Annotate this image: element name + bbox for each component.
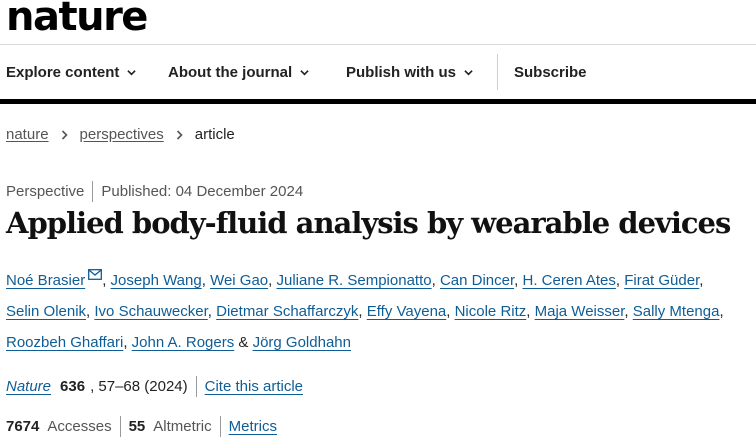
author-link[interactable]: Wei Gao [210,272,268,289]
nav-bottom-bar [0,99,756,104]
article-meta: Perspective Published: 04 December 2024 [6,181,303,202]
author-separator: , [358,303,363,320]
author-link[interactable]: Maja Weisser [535,303,625,320]
chevron-right-icon [176,129,183,140]
author-separator: , [699,272,704,289]
journal-link[interactable]: Nature [6,378,51,395]
author-separator: , [268,272,273,289]
site-header: nature Explore content About the journal… [0,0,756,104]
chevron-down-icon [300,69,309,75]
author-separator: , [207,303,212,320]
accesses-count: 7674 [6,418,40,435]
metrics-divider [119,416,121,437]
nav-divider [497,54,498,90]
author-separator: , [624,303,629,320]
author-link[interactable]: Can Dincer [440,272,514,289]
author-separator: , [514,272,519,289]
chevron-down-icon [127,69,137,75]
chevron-right-icon [61,129,68,140]
metrics-link[interactable]: Metrics [229,418,277,435]
nav-explore-label: Explore content [6,63,120,81]
accesses-label: Accesses [47,418,112,435]
nav-about-label: About the journal [168,63,293,81]
author-separator: , [102,272,107,289]
nav-about-journal[interactable]: About the journal [168,45,309,99]
breadcrumb-article: article [194,126,235,143]
author-separator: , [86,303,91,320]
author-link[interactable]: Dietmar Schaffarczyk [216,303,358,320]
main-nav: Explore content About the journal Publis… [0,45,756,99]
author-link[interactable]: Jörg Goldhahn [253,334,351,351]
author-link[interactable]: Roozbeh Ghaffari [6,334,123,351]
author-link[interactable]: Noé Brasier [6,272,85,289]
author-separator: , [719,303,724,320]
citation-line: Nature 636 , 57–68 (2024) Cite this arti… [6,376,303,397]
author-separator: , [446,303,451,320]
author-link[interactable]: H. Ceren Ates [522,272,615,289]
author-link[interactable]: Nicole Ritz [455,303,527,320]
journal-pages: , 57–68 (2024) [90,378,188,395]
author-link[interactable]: Joseph Wang [111,272,202,289]
mail-icon[interactable] [88,269,103,280]
author-separator: , [201,272,206,289]
journal-volume: 636 [60,378,86,395]
altmetric-count: 55 [128,418,146,435]
citation-divider [195,376,197,397]
altmetric-label: Altmetric [153,418,212,435]
author-link[interactable]: John A. Rogers [132,334,235,351]
author-separator: , [615,272,621,289]
author-list: Noé Brasier, Joseph Wang, Wei Gao, Julia… [6,265,756,358]
author-link[interactable]: Firat Güder [624,272,699,289]
nature-logo[interactable]: nature [6,0,148,40]
published-date: Published: 04 December 2024 [101,183,304,200]
metrics-divider [219,416,221,437]
author-and: & [238,334,249,351]
nav-publish-with-us[interactable]: Publish with us [346,45,473,99]
article-title: Applied body-fluid analysis by wearable … [6,206,731,240]
author-link[interactable]: Juliane R. Sempionatto [277,272,432,289]
author-separator: , [431,272,436,289]
breadcrumb-nature[interactable]: nature [6,126,49,143]
article-type: Perspective [6,183,85,200]
nav-publish-label: Publish with us [346,63,457,81]
nav-explore-content[interactable]: Explore content [6,45,137,99]
author-link[interactable]: Effy Vayena [367,303,447,320]
author-link[interactable]: Selin Olenik [6,303,86,320]
subscribe-link[interactable]: Subscribe [514,45,587,99]
article-metrics: 7674 Accesses 55 Altmetric Metrics [6,416,277,437]
chevron-down-icon [464,69,473,75]
author-separator: , [123,334,128,351]
breadcrumb-perspectives[interactable]: perspectives [80,126,164,143]
author-link[interactable]: Sally Mtenga [633,303,720,320]
meta-divider [92,181,94,202]
author-separator: , [526,303,531,320]
cite-this-article-link[interactable]: Cite this article [205,378,303,395]
breadcrumb: nature perspectives article [6,126,235,143]
author-link[interactable]: Ivo Schauwecker [94,303,207,320]
